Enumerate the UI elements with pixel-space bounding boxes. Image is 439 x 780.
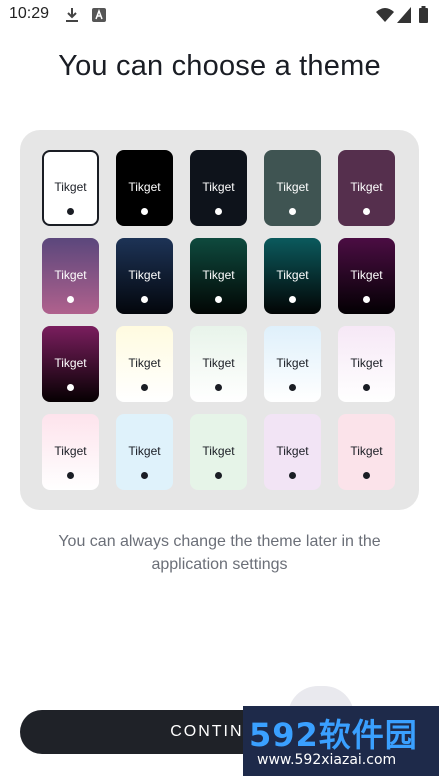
status-time: 10:29 bbox=[9, 5, 50, 22]
theme-option-dot-icon bbox=[141, 472, 148, 479]
theme-option-dot-icon bbox=[215, 472, 222, 479]
theme-option-label: Tikget bbox=[202, 356, 235, 370]
theme-option-dot-icon bbox=[215, 384, 222, 391]
theme-option-dot-icon bbox=[363, 472, 370, 479]
theme-option[interactable]: Tikget bbox=[264, 414, 321, 490]
theme-option-dot-icon bbox=[289, 384, 296, 391]
theme-option[interactable]: Tikget bbox=[264, 150, 321, 226]
theme-option-dot-icon bbox=[363, 296, 370, 303]
theme-option-label: Tikget bbox=[54, 180, 87, 194]
page-title: You can choose a theme bbox=[58, 50, 381, 82]
theme-option-dot-icon bbox=[67, 208, 74, 215]
theme-option[interactable]: Tikget bbox=[42, 150, 99, 226]
theme-option-dot-icon bbox=[289, 208, 296, 215]
theme-option-dot-icon bbox=[141, 208, 148, 215]
theme-option[interactable]: Tikget bbox=[116, 238, 173, 314]
theme-option[interactable]: Tikget bbox=[116, 150, 173, 226]
theme-option[interactable]: Tikget bbox=[264, 238, 321, 314]
theme-option-dot-icon bbox=[215, 296, 222, 303]
theme-hint-text: You can always change the theme later in… bbox=[58, 533, 381, 573]
theme-option[interactable]: Tikget bbox=[190, 238, 247, 314]
theme-option-label: Tikget bbox=[128, 180, 161, 194]
theme-grid: Tikget Tikget Tikget Tikget Tikget Tikget Tikg… bbox=[42, 150, 395, 490]
theme-option[interactable]: Tikget bbox=[42, 414, 99, 490]
theme-option[interactable]: Tikget bbox=[338, 238, 395, 314]
theme-option-label: Tikget bbox=[128, 356, 161, 370]
watermark: 592软件园 www.592xiazai.com bbox=[243, 706, 439, 776]
theme-option-dot-icon bbox=[141, 384, 148, 391]
theme-option-label: Tikget bbox=[276, 356, 309, 370]
theme-option-label: Tikget bbox=[350, 444, 383, 458]
theme-option-label: Tikget bbox=[276, 180, 309, 194]
signal-icon bbox=[397, 7, 411, 27]
theme-option-dot-icon bbox=[67, 296, 74, 303]
theme-option[interactable]: Tikget bbox=[42, 238, 99, 314]
theme-option[interactable]: Tikget bbox=[338, 326, 395, 402]
theme-option-label: Tikget bbox=[350, 268, 383, 282]
theme-option-label: Tikget bbox=[54, 356, 87, 370]
watermark-logo: 592软件园 bbox=[249, 716, 418, 754]
theme-option-label: Tikget bbox=[202, 268, 235, 282]
watermark-url: www.592xiazai.com bbox=[257, 752, 397, 768]
theme-option-dot-icon bbox=[289, 472, 296, 479]
theme-option-dot-icon bbox=[363, 384, 370, 391]
theme-option-dot-icon bbox=[363, 208, 370, 215]
theme-option-label: Tikget bbox=[54, 268, 87, 282]
theme-option[interactable]: Tikget bbox=[116, 326, 173, 402]
theme-option-label: Tikget bbox=[276, 444, 309, 458]
theme-option[interactable]: Tikget bbox=[190, 150, 247, 226]
theme-option[interactable]: Tikget bbox=[264, 326, 321, 402]
theme-option[interactable]: Tikget bbox=[338, 150, 395, 226]
theme-option[interactable]: Tikget bbox=[338, 414, 395, 490]
theme-option-label: Tikget bbox=[128, 444, 161, 458]
theme-option[interactable]: Tikget bbox=[42, 326, 99, 402]
theme-option-label: Tikget bbox=[202, 444, 235, 458]
wifi-icon bbox=[376, 7, 394, 27]
theme-option-label: Tikget bbox=[350, 356, 383, 370]
status-bar: 10:29 bbox=[0, 0, 439, 30]
theme-option-label: Tikget bbox=[128, 268, 161, 282]
theme-option-dot-icon bbox=[141, 296, 148, 303]
theme-option-label: Tikget bbox=[276, 268, 309, 282]
font-a-icon bbox=[92, 7, 106, 26]
theme-option-dot-icon bbox=[67, 384, 74, 391]
theme-option-dot-icon bbox=[67, 472, 74, 479]
theme-picker-panel: Tikget Tikget Tikget Tikget Tikget Tikget Tikg… bbox=[20, 130, 419, 510]
download-icon bbox=[64, 7, 80, 27]
theme-option[interactable]: Tikget bbox=[190, 414, 247, 490]
theme-option-label: Tikget bbox=[202, 180, 235, 194]
theme-option[interactable]: Tikget bbox=[190, 326, 247, 402]
theme-option-dot-icon bbox=[215, 208, 222, 215]
theme-option-label: Tikget bbox=[350, 180, 383, 194]
theme-option-dot-icon bbox=[289, 296, 296, 303]
theme-option[interactable]: Tikget bbox=[116, 414, 173, 490]
theme-option-label: Tikget bbox=[54, 444, 87, 458]
battery-icon bbox=[419, 6, 428, 27]
